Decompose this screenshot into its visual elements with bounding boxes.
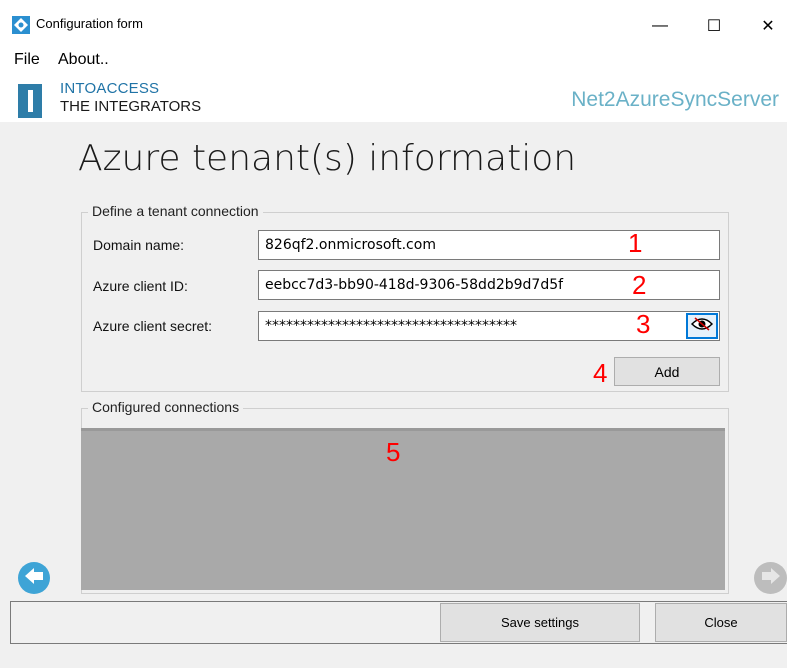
domain-name-input[interactable]: 826qf2.onmicrosoft.com — [258, 230, 720, 260]
minimize-button[interactable]: — — [637, 8, 683, 44]
maximize-icon: ☐ — [706, 18, 722, 35]
client-secret-label: Azure client secret: — [93, 318, 213, 334]
app-icon — [12, 16, 30, 34]
tenant-group-label: Define a tenant connection — [88, 203, 263, 219]
client-id-input[interactable]: eebcc7d3-bb90-418d-9306-58dd2b9d7d5f — [258, 270, 720, 300]
minimize-icon: — — [652, 17, 668, 34]
show-secret-button[interactable] — [686, 313, 718, 339]
close-window-button[interactable]: ✕ — [745, 8, 787, 44]
previous-button[interactable] — [18, 562, 50, 594]
arrow-right-icon — [760, 566, 782, 591]
domain-name-label: Domain name: — [93, 237, 185, 253]
next-button[interactable] — [754, 562, 787, 594]
marker-1: 1 — [628, 228, 643, 258]
arrow-left-icon — [23, 566, 45, 591]
logo-mark — [18, 84, 42, 118]
logo-line1: INTOACCESS — [60, 80, 160, 97]
client-id-label: Azure client ID: — [93, 278, 188, 294]
logo-line2: THE INTEGRATORS — [60, 98, 202, 115]
maximize-button[interactable]: ☐ — [691, 8, 737, 44]
eye-icon — [690, 316, 714, 337]
marker-2: 2 — [632, 270, 647, 300]
menu-file[interactable]: File — [14, 51, 40, 69]
close-icon: ✕ — [761, 18, 775, 35]
add-button[interactable]: Add — [614, 357, 720, 386]
connections-group-label: Configured connections — [88, 399, 244, 415]
client-secret-input[interactable]: ************************************ — [258, 311, 720, 341]
menu-about[interactable]: About.. — [58, 51, 109, 69]
page-title: Azure tenant(s) information — [78, 138, 577, 179]
marker-3: 3 — [636, 309, 651, 339]
menu-bar — [0, 46, 787, 72]
marker-5: 5 — [386, 437, 401, 467]
connections-list[interactable] — [81, 428, 725, 590]
window-title: Configuration form — [36, 16, 143, 31]
product-name: Net2AzureSyncServer — [571, 88, 779, 111]
save-settings-button[interactable]: Save settings — [440, 603, 640, 642]
marker-4: 4 — [593, 358, 608, 388]
close-button[interactable]: Close — [655, 603, 787, 642]
